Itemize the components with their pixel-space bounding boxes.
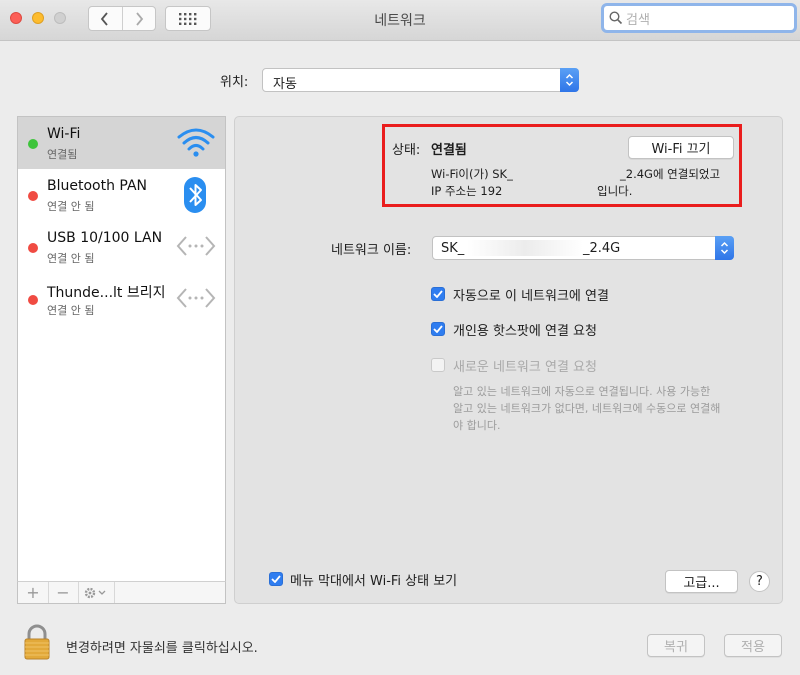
add-service-button[interactable]: + — [18, 582, 49, 603]
checkmark-icon — [271, 575, 281, 583]
hotspot-ask-label[interactable]: 개인용 핫스팟에 연결 요청 — [453, 320, 597, 339]
help-button[interactable]: ? — [749, 571, 770, 592]
search-field[interactable]: 검색 — [601, 3, 797, 33]
gear-icon — [84, 587, 106, 598]
apply-button[interactable]: 적용 — [724, 634, 782, 657]
status-dot — [28, 243, 38, 253]
network-name-popup[interactable]: SK_ _2.4G — [432, 236, 734, 260]
auto-join-label[interactable]: 자동으로 이 네트워크에 연결 — [453, 285, 609, 304]
status-dot — [28, 191, 38, 201]
status-label: 상태: — [392, 143, 421, 158]
menubar-status-checkbox[interactable] — [269, 572, 283, 586]
menubar-status-label[interactable]: 메뉴 막대에서 Wi-Fi 상태 보기 — [290, 570, 457, 589]
ask-new-network-label: 새로운 네트워크 연결 요청 — [453, 360, 597, 375]
redacted-region — [467, 240, 583, 256]
status-description-2b: 입니다. — [597, 184, 633, 198]
service-item-usb-lan[interactable]: USB 10/100 LAN 연결 안 됨 — [18, 221, 225, 273]
status-description-2a: IP 주소는 192 — [431, 184, 503, 198]
wifi-icon — [177, 128, 215, 157]
bluetooth-icon — [184, 177, 206, 213]
status-dot — [28, 295, 38, 305]
popup-arrows-icon — [560, 68, 579, 92]
lock-icon[interactable] — [22, 624, 52, 660]
service-list-toolbar: + − — [17, 581, 226, 604]
advanced-button[interactable]: 고급... — [665, 570, 738, 593]
service-name: Wi-Fi — [47, 126, 81, 142]
service-status: 연결됨 — [47, 148, 78, 161]
remove-service-button[interactable]: − — [48, 582, 79, 603]
status-description-1b: _2.4G에 연결되었고 — [620, 167, 721, 181]
service-item-wifi[interactable]: Wi-Fi 연결됨 — [18, 117, 225, 169]
status-description-1a: Wi-Fi이(가) SK_ — [431, 167, 513, 181]
status-dot — [28, 139, 38, 149]
service-name: Bluetooth PAN — [47, 178, 148, 194]
location-label: 위치: — [220, 75, 249, 90]
network-name-value-start: SK_ — [441, 241, 465, 256]
options-help-3: 야 합니다. — [453, 419, 501, 432]
service-status: 연결 안 됨 — [47, 200, 95, 213]
checkmark-icon — [433, 325, 443, 333]
location-popup[interactable]: 자동 — [262, 68, 579, 92]
location-value: 자동 — [273, 77, 297, 92]
hotspot-ask-checkbox[interactable] — [431, 322, 445, 336]
ethernet-icon — [176, 236, 216, 256]
service-status: 연결 안 됨 — [47, 304, 95, 317]
ethernet-icon — [176, 288, 216, 308]
network-name-label: 네트워크 이름: — [331, 243, 412, 258]
service-item-bluetooth-pan[interactable]: Bluetooth PAN 연결 안 됨 — [18, 169, 225, 221]
options-help-1: 알고 있는 네트워크에 자동으로 연결됩니다. 사용 가능한 — [453, 385, 711, 398]
action-menu-button[interactable] — [78, 582, 115, 603]
popup-arrows-icon — [715, 236, 734, 260]
service-list: Wi-Fi 연결됨 Bluetooth PAN 연결 안 됨 USB 10/10… — [17, 116, 226, 604]
service-name: Thunde...lt 브리지 — [47, 285, 166, 301]
service-name: USB 10/100 LAN — [47, 230, 163, 246]
search-placeholder: 검색 — [626, 13, 650, 28]
revert-button[interactable]: 복귀 — [647, 634, 705, 657]
network-name-value-end: _2.4G — [583, 241, 621, 256]
status-value: 연결됨 — [431, 143, 467, 158]
wifi-off-button[interactable]: Wi-Fi 끄기 — [628, 136, 734, 159]
search-icon — [609, 11, 623, 25]
service-status: 연결 안 됨 — [47, 252, 95, 265]
ask-new-network-checkbox[interactable] — [431, 358, 445, 372]
checkmark-icon — [433, 290, 443, 298]
auto-join-checkbox[interactable] — [431, 287, 445, 301]
service-item-thunderbolt-bridge[interactable]: Thunde...lt 브리지 연결 안 됨 — [18, 273, 225, 325]
lock-message: 변경하려면 자물쇠를 클릭하십시오. — [66, 641, 258, 656]
options-help-2: 알고 있는 네트워크가 없다면, 네트워크에 수동으로 연결해 — [453, 402, 721, 415]
